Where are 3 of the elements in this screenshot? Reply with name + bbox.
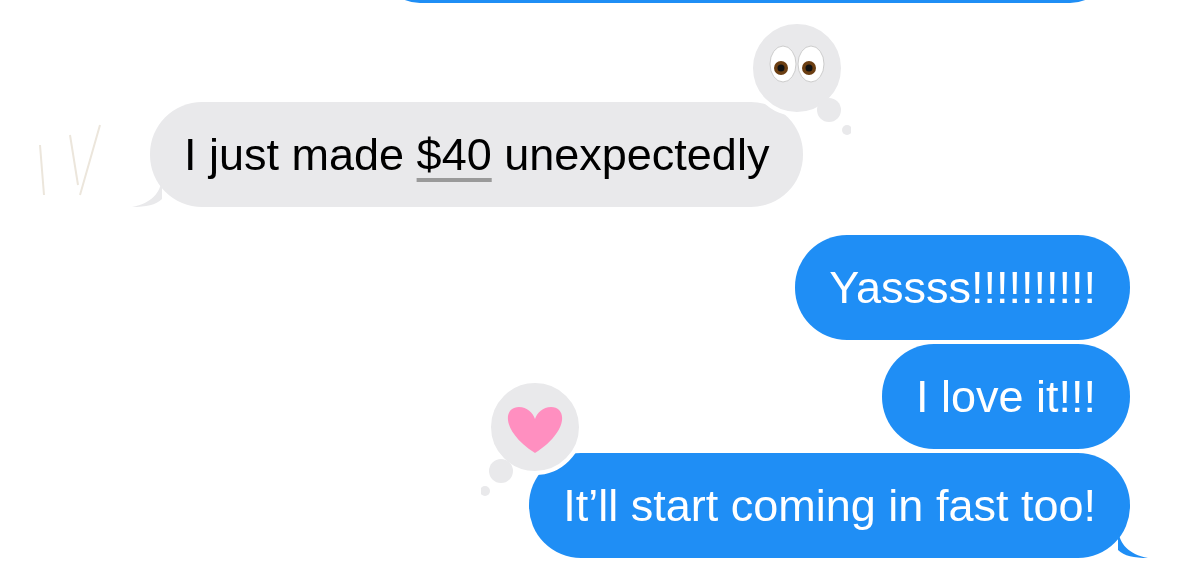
amount-link[interactable]: $40: [416, 129, 492, 180]
message-bubble: I love it!!!: [881, 344, 1130, 449]
message-bubble: Yassss!!!!!!!!!!: [795, 235, 1130, 340]
